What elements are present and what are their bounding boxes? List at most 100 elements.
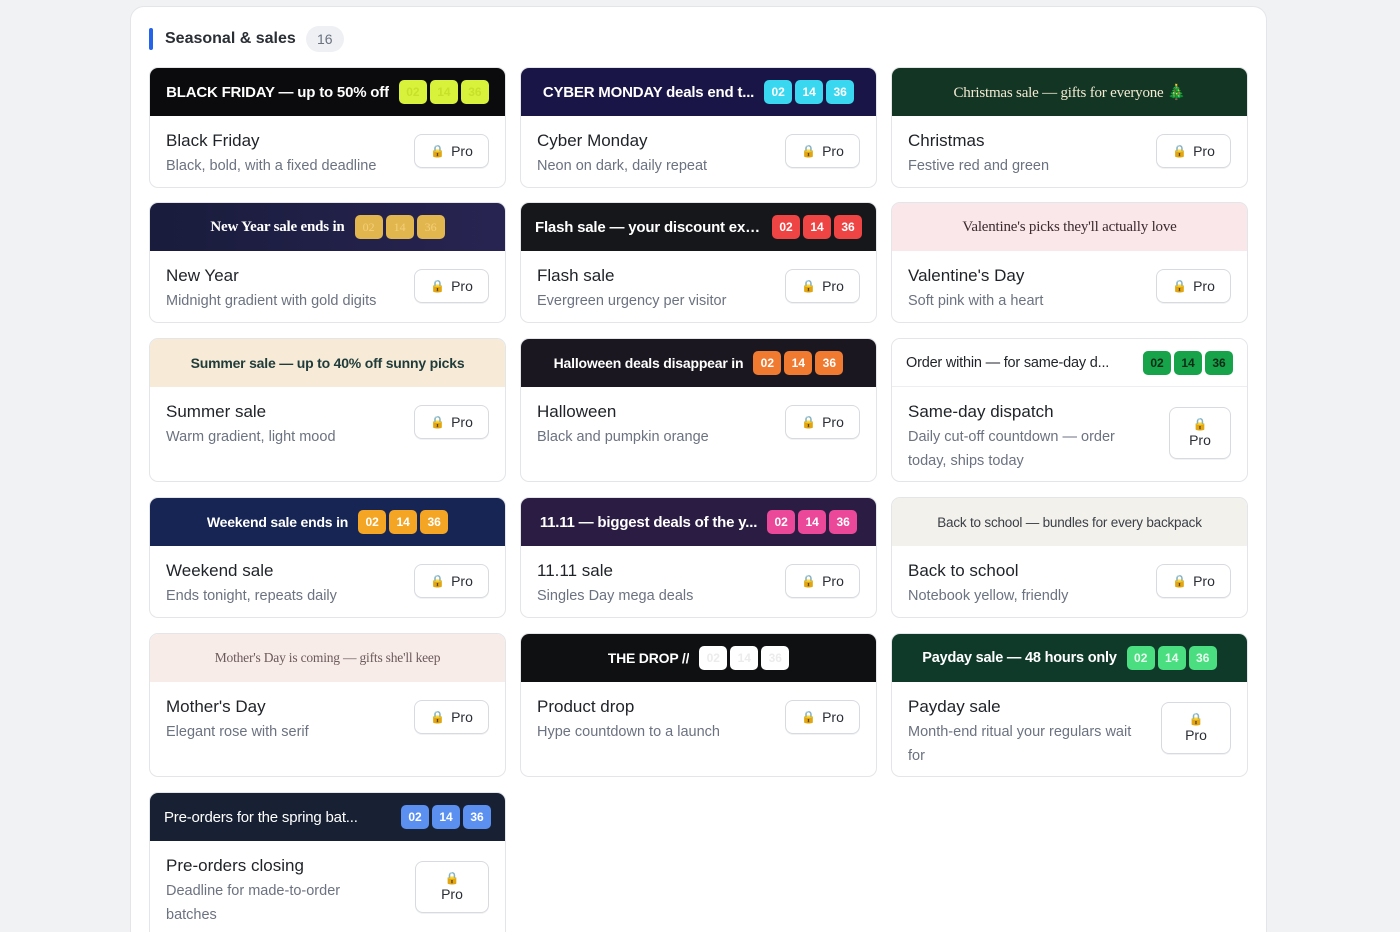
pro-label: Pro	[822, 573, 844, 589]
pro-label: Pro	[822, 278, 844, 294]
countdown-digits: 02 14 36	[358, 510, 449, 534]
template-card-product-drop[interactable]: THE DROP // 02 14 36 Product drop Hype c…	[520, 633, 877, 777]
countdown-banner-preview: New Year sale ends in 02 14 36	[150, 203, 505, 251]
countdown-hours: 02	[767, 510, 796, 534]
pro-upgrade-button[interactable]: 🔒 Pro	[1161, 702, 1231, 754]
countdown-banner-preview: Mother's Day is coming — gifts she'll ke…	[150, 634, 505, 682]
pro-label: Pro	[1189, 432, 1211, 448]
banner-text: Back to school — bundles for every backp…	[937, 514, 1202, 530]
countdown-digits: 02 14 36	[699, 646, 790, 670]
countdown-digits: 02 14 36	[398, 80, 489, 104]
pro-upgrade-button[interactable]: 🔒 Pro	[414, 269, 489, 303]
lock-icon: 🔒	[801, 144, 817, 158]
countdown-digits: 02 14 36	[401, 805, 491, 829]
countdown-seconds: 36	[826, 80, 855, 104]
pro-upgrade-button[interactable]: 🔒 Pro	[785, 405, 860, 439]
pro-upgrade-button[interactable]: 🔒 Pro	[415, 861, 489, 913]
template-card-new-year[interactable]: New Year sale ends in 02 14 36 New Year …	[149, 202, 506, 323]
banner-text: Payday sale — 48 hours only	[922, 650, 1117, 666]
countdown-minutes: 14	[803, 215, 831, 239]
banner-text: 11.11 — biggest deals of the y...	[539, 513, 758, 531]
countdown-digits: 02 14 36	[1126, 646, 1217, 670]
countdown-minutes: 14	[795, 80, 824, 104]
countdown-hours: 02	[1126, 646, 1155, 670]
pro-upgrade-button[interactable]: 🔒 Pro	[1169, 407, 1231, 459]
countdown-hours: 02	[401, 805, 429, 829]
template-card-same-day-dispatch[interactable]: Order within — for same-day d... 02 14 3…	[891, 338, 1248, 482]
countdown-hours: 02	[358, 510, 387, 534]
countdown-seconds: 36	[815, 351, 844, 375]
lock-icon: 🔒	[430, 574, 446, 588]
countdown-minutes: 14	[429, 80, 458, 104]
template-card-weekend-sale[interactable]: Weekend sale ends in 02 14 36 Weekend sa…	[149, 497, 506, 618]
lock-icon: 🔒	[1192, 417, 1208, 431]
pro-label: Pro	[822, 709, 844, 725]
countdown-digits: 02 14 36	[753, 351, 844, 375]
banner-text: Mother's Day is coming — gifts she'll ke…	[214, 650, 441, 665]
pro-upgrade-button[interactable]: 🔒 Pro	[1156, 564, 1231, 598]
banner-text: Halloween deals disappear in	[553, 355, 744, 371]
template-card-payday-sale[interactable]: Payday sale — 48 hours only 02 14 36 Pay…	[891, 633, 1248, 777]
template-card-flash-sale[interactable]: Flash sale — your discount exp... 02 14 …	[520, 202, 877, 323]
template-card-singles-day[interactable]: 11.11 — biggest deals of the y... 02 14 …	[520, 497, 877, 618]
lock-icon: 🔒	[801, 279, 817, 293]
section-accent-bar	[149, 28, 153, 50]
countdown-minutes: 14	[784, 351, 813, 375]
countdown-digits: 02 14 36	[772, 215, 862, 239]
countdown-digits: 02 14 36	[767, 510, 858, 534]
countdown-banner-preview: Valentine's picks they'll actually love	[892, 203, 1247, 251]
banner-text: Summer sale — up to 40% off sunny picks	[190, 355, 465, 371]
pro-upgrade-button[interactable]: 🔒 Pro	[785, 134, 860, 168]
pro-upgrade-button[interactable]: 🔒 Pro	[1156, 134, 1231, 168]
pro-upgrade-button[interactable]: 🔒 Pro	[414, 134, 489, 168]
banner-text: Order within — for same-day d...	[906, 354, 1110, 371]
banner-text: New Year sale ends in	[210, 218, 345, 235]
countdown-banner-preview: Weekend sale ends in 02 14 36	[150, 498, 505, 546]
section-header: Seasonal & sales 16	[149, 25, 344, 53]
pro-upgrade-button[interactable]: 🔒 Pro	[785, 269, 860, 303]
pro-label: Pro	[451, 709, 473, 725]
lock-icon: 🔒	[430, 144, 446, 158]
countdown-banner-preview: Flash sale — your discount exp... 02 14 …	[521, 203, 876, 251]
template-card-back-to-school[interactable]: Back to school — bundles for every backp…	[891, 497, 1248, 618]
pro-label: Pro	[441, 886, 463, 902]
template-card-christmas[interactable]: Christmas sale — gifts for everyone 🎄 Ch…	[891, 67, 1248, 188]
template-card-valentines-day[interactable]: Valentine's picks they'll actually love …	[891, 202, 1248, 323]
template-card-pre-orders[interactable]: Pre-orders for the spring bat... 02 14 3…	[149, 792, 506, 932]
countdown-banner-preview: BLACK FRIDAY — up to 50% off 02 14 36	[150, 68, 505, 116]
pro-label: Pro	[822, 143, 844, 159]
pro-label: Pro	[451, 143, 473, 159]
pro-upgrade-button[interactable]: 🔒 Pro	[414, 405, 489, 439]
countdown-seconds: 36	[460, 80, 489, 104]
countdown-seconds: 36	[463, 805, 491, 829]
banner-text: Pre-orders for the spring bat...	[164, 808, 358, 826]
countdown-minutes: 14	[798, 510, 827, 534]
pro-label: Pro	[1193, 278, 1215, 294]
pro-upgrade-button[interactable]: 🔒 Pro	[414, 564, 489, 598]
pro-upgrade-button[interactable]: 🔒 Pro	[414, 700, 489, 734]
countdown-seconds: 36	[1205, 350, 1233, 375]
countdown-banner-preview: Payday sale — 48 hours only 02 14 36	[892, 634, 1247, 682]
template-card-mothers-day[interactable]: Mother's Day is coming — gifts she'll ke…	[149, 633, 506, 777]
template-card-black-friday[interactable]: BLACK FRIDAY — up to 50% off 02 14 36 Bl…	[149, 67, 506, 188]
template-card-cyber-monday[interactable]: CYBER MONDAY deals end t... 02 14 36 Cyb…	[520, 67, 877, 188]
countdown-banner-preview: Back to school — bundles for every backp…	[892, 498, 1247, 546]
pro-upgrade-button[interactable]: 🔒 Pro	[785, 564, 860, 598]
lock-icon: 🔒	[444, 871, 460, 885]
lock-icon: 🔒	[430, 710, 446, 724]
countdown-seconds: 36	[761, 646, 790, 670]
pro-label: Pro	[1185, 727, 1207, 743]
countdown-hours: 02	[354, 215, 383, 239]
countdown-banner-preview: Halloween deals disappear in 02 14 36	[521, 339, 876, 387]
pro-upgrade-button[interactable]: 🔒 Pro	[1156, 269, 1231, 303]
pro-upgrade-button[interactable]: 🔒 Pro	[785, 700, 860, 734]
template-card-summer-sale[interactable]: Summer sale — up to 40% off sunny picks …	[149, 338, 506, 482]
banner-text: Valentine's picks they'll actually love	[962, 218, 1177, 235]
countdown-banner-preview: Christmas sale — gifts for everyone 🎄	[892, 68, 1247, 116]
countdown-digits: 02 14 36	[354, 215, 445, 239]
countdown-hours: 02	[1143, 350, 1171, 375]
countdown-digits: 02 14 36	[764, 80, 855, 104]
countdown-minutes: 14	[1157, 646, 1186, 670]
template-card-halloween[interactable]: Halloween deals disappear in 02 14 36 Ha…	[520, 338, 877, 482]
countdown-seconds: 36	[1188, 646, 1217, 670]
